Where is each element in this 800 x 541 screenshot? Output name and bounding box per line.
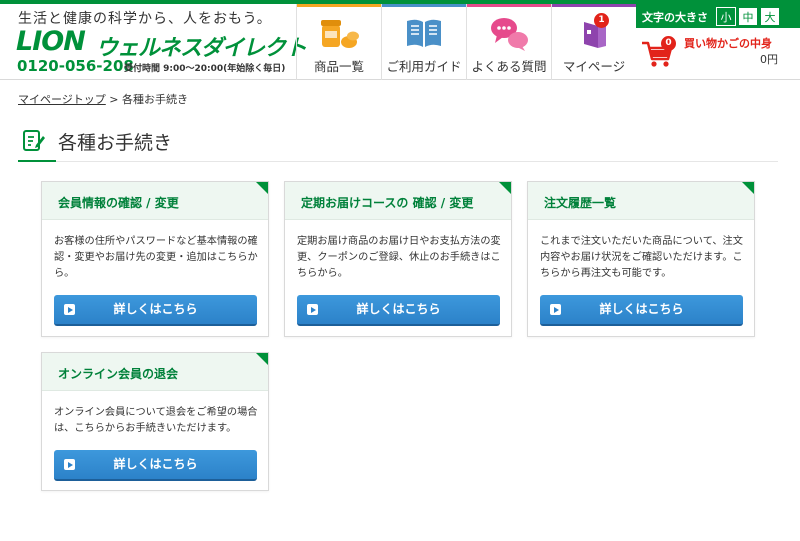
button-label: 詳しくはこちら: [113, 302, 198, 316]
card-header: オンライン会員の退会: [42, 353, 268, 391]
nav-accent-bar: [297, 4, 381, 7]
font-size-switcher: 文字の大きさ 小 中 大: [636, 4, 800, 28]
nav-label: ご利用ガイド: [386, 59, 462, 74]
mypage-notification-badge: 1: [594, 13, 609, 28]
nav-accent-bar: [552, 4, 636, 7]
products-icon: [317, 16, 361, 56]
card-corner-mark: [256, 353, 268, 365]
card-member-info: 会員情報の確認 / 変更 お客様の住所やパスワードなど基本情報の確認・変更やお届…: [41, 181, 269, 337]
nav-mypage[interactable]: 1 マイページ: [551, 4, 636, 80]
faq-chat-icon: [487, 16, 531, 56]
font-size-medium-button[interactable]: 中: [738, 7, 758, 26]
card-title: オンライン会員の退会: [58, 367, 179, 381]
member-info-details-button[interactable]: 詳しくはこちら: [54, 295, 257, 326]
breadcrumb: マイページトップ > 各種お手続き: [18, 91, 188, 107]
site-header: 生活と健康の科学から、人をおもう。 LION ウェルネスダイレクト 0120-0…: [0, 4, 800, 80]
card-order-history: 注文履歴一覧 これまで注文いただいた商品について、注文内容やお届け状況をご確認い…: [527, 181, 755, 337]
withdraw-details-button[interactable]: 詳しくはこちら: [54, 450, 257, 481]
logo-brand: LION: [16, 26, 86, 57]
card-title: 定期お届けコースの 確認 / 変更: [301, 196, 474, 210]
play-arrow-icon: [64, 459, 75, 470]
card-header: 定期お届けコースの 確認 / 変更: [285, 182, 511, 220]
button-label: 詳しくはこちら: [113, 457, 198, 471]
breadcrumb-separator: >: [109, 93, 119, 106]
card-description: 定期お届け商品のお届け日やお支払方法の変更、クーポンのご登録、休止のお手続きはこ…: [297, 236, 501, 279]
card-corner-mark: [256, 182, 268, 194]
title-underline-accent: [18, 160, 56, 162]
play-arrow-icon: [64, 304, 75, 315]
page-title: 各種お手続き: [58, 132, 173, 154]
font-size-label: 文字の大きさ: [642, 11, 708, 24]
business-hours: 受付時間 9:00～20:00(年始除く毎日): [124, 64, 286, 74]
edit-document-icon: [22, 128, 46, 158]
page-title-section: 各種お手続き: [18, 122, 778, 162]
font-size-small-button[interactable]: 小: [716, 7, 736, 26]
nav-label: よくある質問: [471, 59, 547, 74]
card-subscription: 定期お届けコースの 確認 / 変更 定期お届け商品のお届け日やお支払方法の変更、…: [284, 181, 512, 337]
phone-number: 0120-056-208: [17, 57, 134, 75]
nav-label: 商品一覧: [313, 59, 364, 74]
cart-title: 買い物かごの中身: [684, 37, 772, 50]
play-arrow-icon: [550, 304, 561, 315]
order-history-details-button[interactable]: 詳しくはこちら: [540, 295, 743, 326]
card-description: これまで注文いただいた商品について、注文内容やお届け状況をご確認いただけます。こ…: [540, 236, 743, 279]
card-description: お客様の住所やパスワードなど基本情報の確認・変更やお届け先の変更・追加はこちらか…: [54, 236, 258, 279]
button-label: 詳しくはこちら: [599, 302, 684, 316]
button-label: 詳しくはこちら: [356, 302, 441, 316]
card-withdraw: オンライン会員の退会 オンライン会員について退会をご希望の場合は、こちらからお手…: [41, 352, 269, 491]
subscription-details-button[interactable]: 詳しくはこちら: [297, 295, 500, 326]
cart-summary[interactable]: 0 買い物かごの中身 0円: [636, 30, 800, 76]
card-corner-mark: [742, 182, 754, 194]
breadcrumb-current: 各種お手続き: [122, 93, 188, 106]
card-corner-mark: [499, 182, 511, 194]
font-size-large-button[interactable]: 大: [760, 7, 780, 26]
cart-amount: 0円: [760, 53, 778, 66]
nav-accent-bar: [467, 4, 551, 7]
breadcrumb-mypage-link[interactable]: マイページトップ: [18, 93, 106, 106]
logo-area[interactable]: 生活と健康の科学から、人をおもう。 LION ウェルネスダイレクト 0120-0…: [0, 4, 307, 80]
card-title: 注文履歴一覧: [544, 196, 617, 210]
nav-guide[interactable]: ご利用ガイド: [381, 4, 466, 80]
card-description: オンライン会員について退会をご希望の場合は、こちらからお手続きいただけます。: [54, 407, 258, 434]
nav-faq[interactable]: よくある質問: [466, 4, 551, 80]
nav-products[interactable]: 商品一覧: [296, 4, 381, 80]
card-header: 会員情報の確認 / 変更: [42, 182, 268, 220]
nav-label: マイページ: [562, 59, 626, 74]
play-arrow-icon: [307, 304, 318, 315]
card-title: 会員情報の確認 / 変更: [58, 196, 179, 210]
nav-accent-bar: [382, 4, 466, 7]
tagline: 生活と健康の科学から、人をおもう。: [18, 11, 272, 27]
cart-count-badge: 0: [661, 36, 676, 51]
card-header: 注文履歴一覧: [528, 182, 754, 220]
guide-book-icon: [404, 16, 444, 54]
